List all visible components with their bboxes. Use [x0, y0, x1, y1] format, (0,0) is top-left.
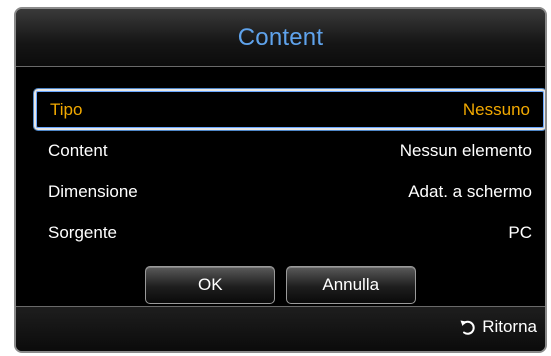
dialog-buttons: OK Annulla	[16, 266, 545, 304]
dialog-title-bar: Content	[16, 9, 545, 67]
menu-row-value: Adat. a schermo	[408, 181, 532, 201]
menu-row-value: Nessun elemento	[399, 140, 532, 160]
return-arrow-icon	[458, 317, 478, 337]
menu-row-label: Dimensione	[48, 181, 138, 201]
menu-row-sorgente[interactable]: Sorgente PC	[34, 212, 545, 253]
content-dialog: Content Tipo Nessuno Content Nessun elem…	[14, 7, 547, 353]
menu-row-label: Sorgente	[48, 222, 117, 242]
menu-row-value: PC	[508, 222, 532, 242]
settings-menu: Tipo Nessuno Content Nessun elemento Dim…	[34, 89, 545, 253]
ok-button[interactable]: OK	[145, 266, 276, 304]
menu-row-dimensione[interactable]: Dimensione Adat. a schermo	[34, 171, 545, 212]
cancel-button[interactable]: Annulla	[285, 266, 416, 304]
dialog-footer: Ritorna	[16, 306, 545, 351]
menu-row-tipo[interactable]: Tipo Nessuno	[34, 89, 545, 130]
dialog-title: Content	[237, 24, 324, 51]
menu-row-value: Nessuno	[462, 99, 530, 119]
menu-row-content[interactable]: Content Nessun elemento	[34, 130, 545, 171]
return-button[interactable]: Ritorna	[458, 317, 537, 337]
menu-row-label: Tipo	[50, 99, 83, 119]
menu-row-label: Content	[48, 140, 108, 160]
return-label: Ritorna	[482, 317, 537, 336]
